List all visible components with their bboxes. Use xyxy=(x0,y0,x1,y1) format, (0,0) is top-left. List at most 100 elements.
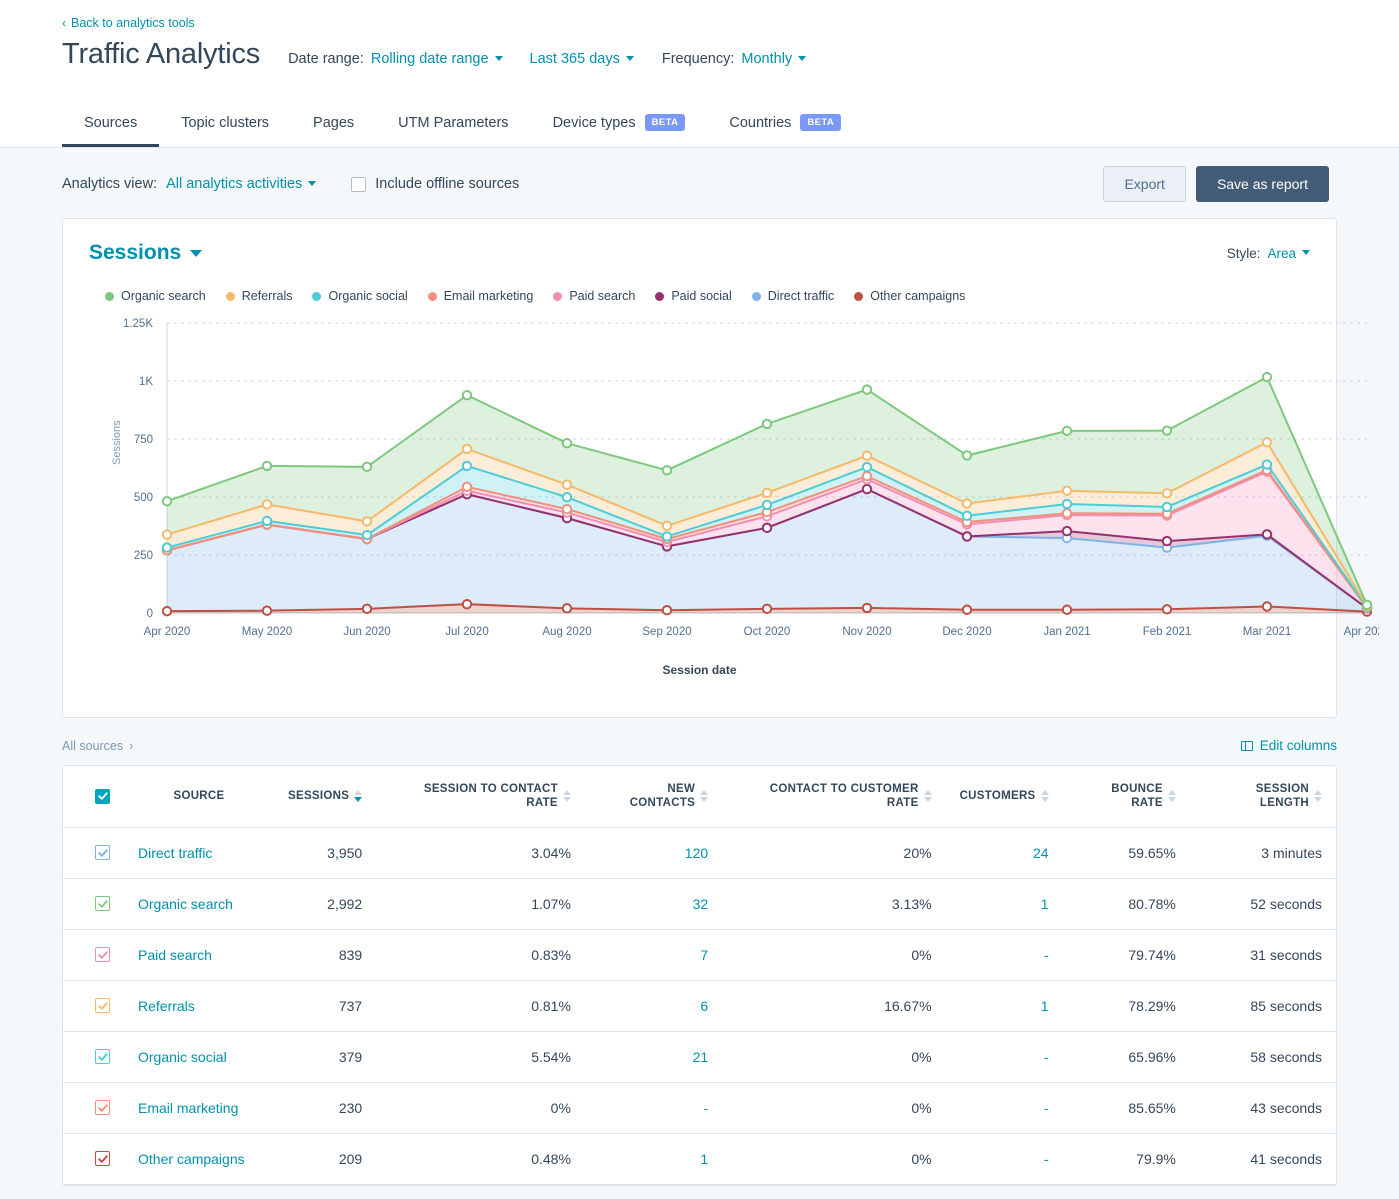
tab-sources[interactable]: Sources xyxy=(62,104,159,147)
data-point[interactable] xyxy=(463,445,471,453)
data-point[interactable] xyxy=(1063,509,1071,517)
data-point[interactable] xyxy=(863,604,871,612)
data-point[interactable] xyxy=(1263,530,1271,538)
data-point[interactable] xyxy=(1063,527,1071,535)
data-point[interactable] xyxy=(263,517,271,525)
legend-item-other-campaigns[interactable]: Other campaigns xyxy=(854,289,965,303)
cell-new-contacts-value[interactable]: 21 xyxy=(693,1049,709,1065)
data-point[interactable] xyxy=(1063,606,1071,614)
cell-customers[interactable]: - xyxy=(946,929,1063,980)
table-row[interactable]: Email marketing2300%-0%-85.65%43 seconds xyxy=(63,1082,1336,1133)
sort-toggle-icon[interactable] xyxy=(354,790,362,802)
cell-new-contacts[interactable]: 7 xyxy=(585,929,722,980)
cell-customers-value[interactable]: - xyxy=(1044,1100,1049,1116)
select-all-checkbox[interactable] xyxy=(95,789,110,804)
data-point[interactable] xyxy=(263,606,271,614)
cell-customers-value[interactable]: 1 xyxy=(1041,896,1049,912)
sessions-area-chart[interactable]: 02505007501K1.25KApr 2020May 2020Jun 202… xyxy=(89,315,1379,667)
data-point[interactable] xyxy=(763,605,771,613)
data-point[interactable] xyxy=(563,604,571,612)
cell-new-contacts-value[interactable]: - xyxy=(703,1100,708,1116)
column-header-customers[interactable]: CUSTOMERS xyxy=(946,766,1063,827)
row-checkbox[interactable] xyxy=(95,1049,110,1064)
row-checkbox[interactable] xyxy=(95,947,110,962)
cell-customers[interactable]: 1 xyxy=(946,878,1063,929)
row-checkbox[interactable] xyxy=(95,845,110,860)
data-point[interactable] xyxy=(363,517,371,525)
cell-customers[interactable]: - xyxy=(946,1133,1063,1184)
source-link[interactable]: Organic social xyxy=(138,1049,227,1065)
data-point[interactable] xyxy=(363,463,371,471)
data-point[interactable] xyxy=(863,385,871,393)
data-point[interactable] xyxy=(763,524,771,532)
data-point[interactable] xyxy=(563,493,571,501)
cell-customers-value[interactable]: 1 xyxy=(1041,998,1049,1014)
legend-item-organic-search[interactable]: Organic search xyxy=(105,289,206,303)
cell-new-contacts[interactable]: 1 xyxy=(585,1133,722,1184)
row-checkbox[interactable] xyxy=(95,896,110,911)
data-point[interactable] xyxy=(963,532,971,540)
data-point[interactable] xyxy=(663,522,671,530)
back-to-analytics-tools-link[interactable]: ‹ Back to analytics tools xyxy=(62,16,195,30)
tab-countries[interactable]: CountriesBETA xyxy=(707,104,863,147)
cell-customers-value[interactable]: - xyxy=(1044,947,1049,963)
table-row[interactable]: Direct traffic3,9503.04%12020%2459.65%3 … xyxy=(63,827,1336,878)
date-range-dropdown[interactable]: Rolling date range xyxy=(371,51,503,67)
data-point[interactable] xyxy=(163,543,171,551)
cell-new-contacts-value[interactable]: 7 xyxy=(700,947,708,963)
chart-style-dropdown[interactable]: Area xyxy=(1267,246,1310,261)
data-point[interactable] xyxy=(463,600,471,608)
legend-item-paid-social[interactable]: Paid social xyxy=(655,289,731,303)
frequency-dropdown[interactable]: Monthly xyxy=(741,51,806,67)
cell-new-contacts-value[interactable]: 6 xyxy=(700,998,708,1014)
sort-toggle-icon[interactable] xyxy=(1314,790,1322,802)
column-header-contact-to-customer-rate[interactable]: CONTACT TO CUSTOMER RATE xyxy=(722,766,945,827)
data-point[interactable] xyxy=(1163,426,1171,434)
include-offline-sources-label[interactable]: Include offline sources xyxy=(375,176,519,192)
data-point[interactable] xyxy=(763,489,771,497)
column-header-session-length[interactable]: SESSION LENGTH xyxy=(1190,766,1336,827)
table-row[interactable]: Paid search8390.83%70%-79.74%31 seconds xyxy=(63,929,1336,980)
data-point[interactable] xyxy=(1063,500,1071,508)
export-button[interactable]: Export xyxy=(1103,166,1185,202)
data-point[interactable] xyxy=(763,420,771,428)
cell-new-contacts[interactable]: 6 xyxy=(585,980,722,1031)
data-point[interactable] xyxy=(563,481,571,489)
data-point[interactable] xyxy=(463,391,471,399)
cell-customers[interactable]: - xyxy=(946,1082,1063,1133)
cell-new-contacts-value[interactable]: 120 xyxy=(685,845,708,861)
sort-toggle-icon[interactable] xyxy=(1041,790,1049,802)
sort-toggle-icon[interactable] xyxy=(700,790,708,802)
data-point[interactable] xyxy=(1063,427,1071,435)
tab-pages[interactable]: Pages xyxy=(291,104,376,147)
cell-customers[interactable]: 24 xyxy=(946,827,1063,878)
data-point[interactable] xyxy=(963,606,971,614)
edit-columns-button[interactable]: Edit columns xyxy=(1241,738,1337,753)
data-point[interactable] xyxy=(263,500,271,508)
source-link[interactable]: Email marketing xyxy=(138,1100,238,1116)
data-point[interactable] xyxy=(963,512,971,520)
data-point[interactable] xyxy=(263,462,271,470)
cell-new-contacts-value[interactable]: 32 xyxy=(693,896,709,912)
legend-item-paid-search[interactable]: Paid search xyxy=(553,289,635,303)
column-header-bounce-rate[interactable]: BOUNCE RATE xyxy=(1063,766,1190,827)
source-link[interactable]: Organic search xyxy=(138,896,233,912)
sort-toggle-icon[interactable] xyxy=(924,790,932,802)
data-point[interactable] xyxy=(1063,487,1071,495)
data-point[interactable] xyxy=(863,485,871,493)
cell-customers-value[interactable]: - xyxy=(1044,1151,1049,1167)
source-link[interactable]: Other campaigns xyxy=(138,1151,245,1167)
sort-toggle-icon[interactable] xyxy=(1168,790,1176,802)
column-header-new-contacts[interactable]: NEW CONTACTS xyxy=(585,766,722,827)
data-point[interactable] xyxy=(663,532,671,540)
cell-new-contacts[interactable]: 32 xyxy=(585,878,722,929)
data-point[interactable] xyxy=(1163,605,1171,613)
row-checkbox[interactable] xyxy=(95,1100,110,1115)
table-row[interactable]: Other campaigns2090.48%10%-79.9%41 secon… xyxy=(63,1133,1336,1184)
analytics-view-dropdown[interactable]: All analytics activities xyxy=(166,176,316,192)
tab-device-types[interactable]: Device typesBETA xyxy=(531,104,708,147)
data-point[interactable] xyxy=(963,451,971,459)
data-point[interactable] xyxy=(1163,537,1171,545)
cell-customers-value[interactable]: 24 xyxy=(1033,845,1049,861)
data-point[interactable] xyxy=(463,483,471,491)
